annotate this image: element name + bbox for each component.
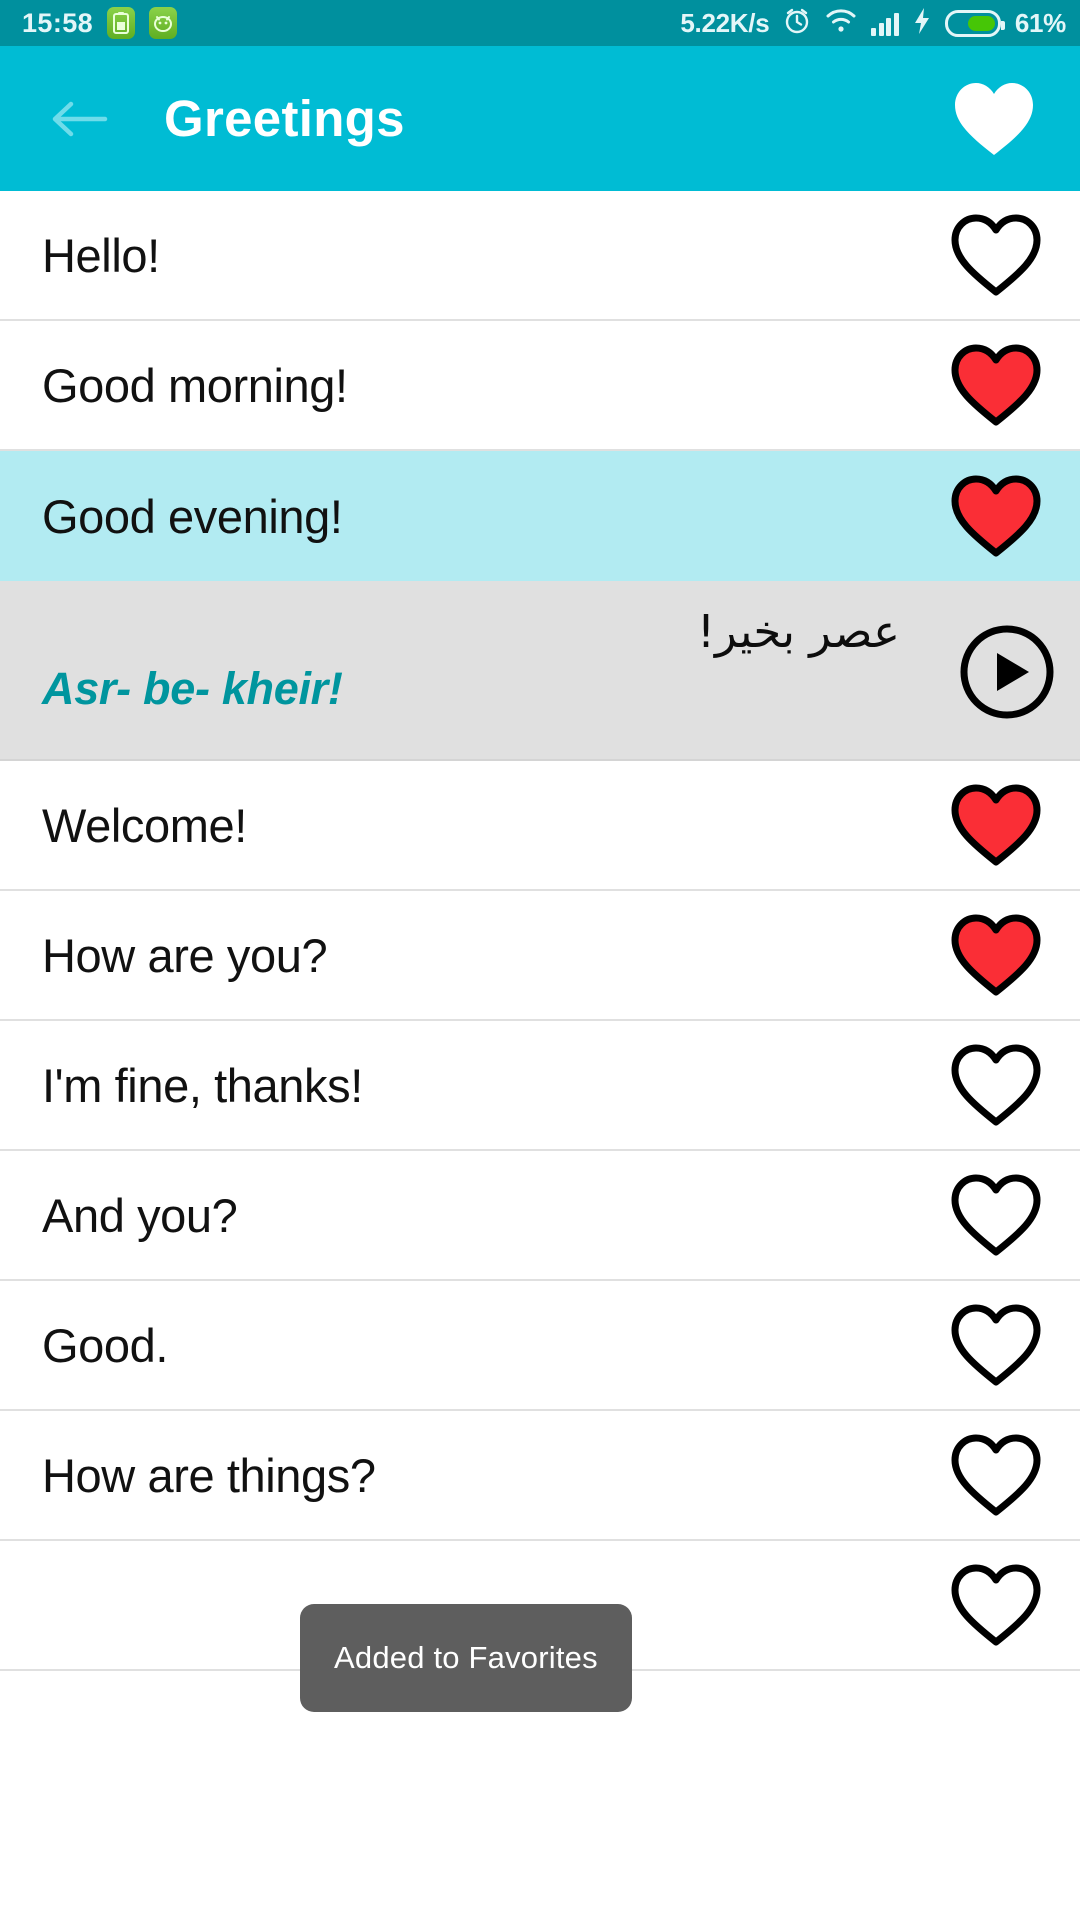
heart-outline-icon (951, 1174, 1041, 1256)
phrase-text: How are things? (42, 1448, 376, 1502)
wifi-icon (825, 8, 857, 39)
list-item[interactable]: Welcome! (0, 761, 1080, 891)
heart-outline-icon (951, 1434, 1041, 1516)
status-bar: 15:58 5.22K/s 61% (0, 0, 1080, 46)
list-item[interactable]: Good morning! (0, 321, 1080, 451)
charging-bolt-icon (913, 7, 931, 40)
list-item-selected[interactable]: Good evening! (0, 451, 1080, 581)
favorite-toggle[interactable] (912, 760, 1080, 890)
play-audio-button[interactable] (958, 623, 1056, 721)
heart-outline-icon (951, 1304, 1041, 1386)
heart-filled-icon (955, 82, 1033, 155)
heart-outline-icon (951, 214, 1041, 296)
battery-saver-icon (107, 7, 136, 39)
transliteration-text: Asr- be- kheir! (42, 663, 343, 714)
phrase-detail-panel: عصر بخیر! Asr- be- kheir! (0, 581, 1080, 761)
back-button[interactable] (44, 83, 116, 155)
favorite-toggle[interactable] (912, 890, 1080, 1020)
favorites-button[interactable] (946, 71, 1042, 167)
toast-message: Added to Favorites (300, 1604, 632, 1712)
list-item[interactable]: Hello! (0, 191, 1080, 321)
favorite-toggle[interactable] (912, 1280, 1080, 1410)
list-item[interactable]: And you? (0, 1151, 1080, 1281)
phrase-text: Good evening! (42, 489, 343, 543)
phrase-list: Hello! Good morning! Good evening! عصر ب… (0, 191, 1080, 1671)
phrase-text: And you? (42, 1188, 238, 1242)
battery-percent-label: 61% (1014, 7, 1066, 38)
phrase-text: How are you? (42, 928, 328, 982)
status-clock: 15:58 (22, 7, 94, 38)
heart-filled-icon (951, 784, 1041, 866)
network-speed-label: 5.22K/s (680, 7, 770, 38)
heart-filled-icon (951, 344, 1041, 426)
status-bar-right: 5.22K/s 61% (680, 7, 1066, 40)
list-item[interactable]: How are you? (0, 891, 1080, 1021)
heart-outline-icon (951, 1044, 1041, 1126)
heart-filled-icon (951, 475, 1041, 557)
heart-outline-icon (951, 1564, 1041, 1646)
page-title: Greetings (164, 90, 405, 147)
heart-filled-icon (951, 914, 1041, 996)
play-circle-icon (960, 625, 1054, 719)
favorite-toggle[interactable] (912, 1410, 1080, 1540)
favorite-toggle[interactable] (912, 1020, 1080, 1150)
phrase-text: I'm fine, thanks! (42, 1058, 363, 1112)
list-item[interactable]: Good. (0, 1281, 1080, 1411)
favorite-toggle[interactable] (912, 1150, 1080, 1280)
favorite-toggle[interactable] (912, 320, 1080, 450)
battery-icon (944, 9, 1005, 37)
status-bar-left: 15:58 (22, 7, 178, 39)
android-robot-icon (149, 7, 178, 39)
alarm-icon (783, 7, 811, 40)
favorite-toggle[interactable] (912, 1540, 1080, 1670)
app-bar: Greetings (0, 46, 1080, 191)
list-item[interactable]: How are things? (0, 1411, 1080, 1541)
native-translation-text: عصر بخیر! (696, 605, 900, 658)
phrase-text: Hello! (42, 228, 160, 282)
phrase-text: Welcome! (42, 798, 247, 852)
signal-icon (871, 10, 899, 36)
list-item[interactable]: I'm fine, thanks! (0, 1021, 1080, 1151)
favorite-toggle[interactable] (912, 190, 1080, 320)
phrase-text: Good. (42, 1318, 169, 1372)
phrase-text: Good morning! (42, 358, 348, 412)
favorite-toggle[interactable] (912, 451, 1080, 581)
